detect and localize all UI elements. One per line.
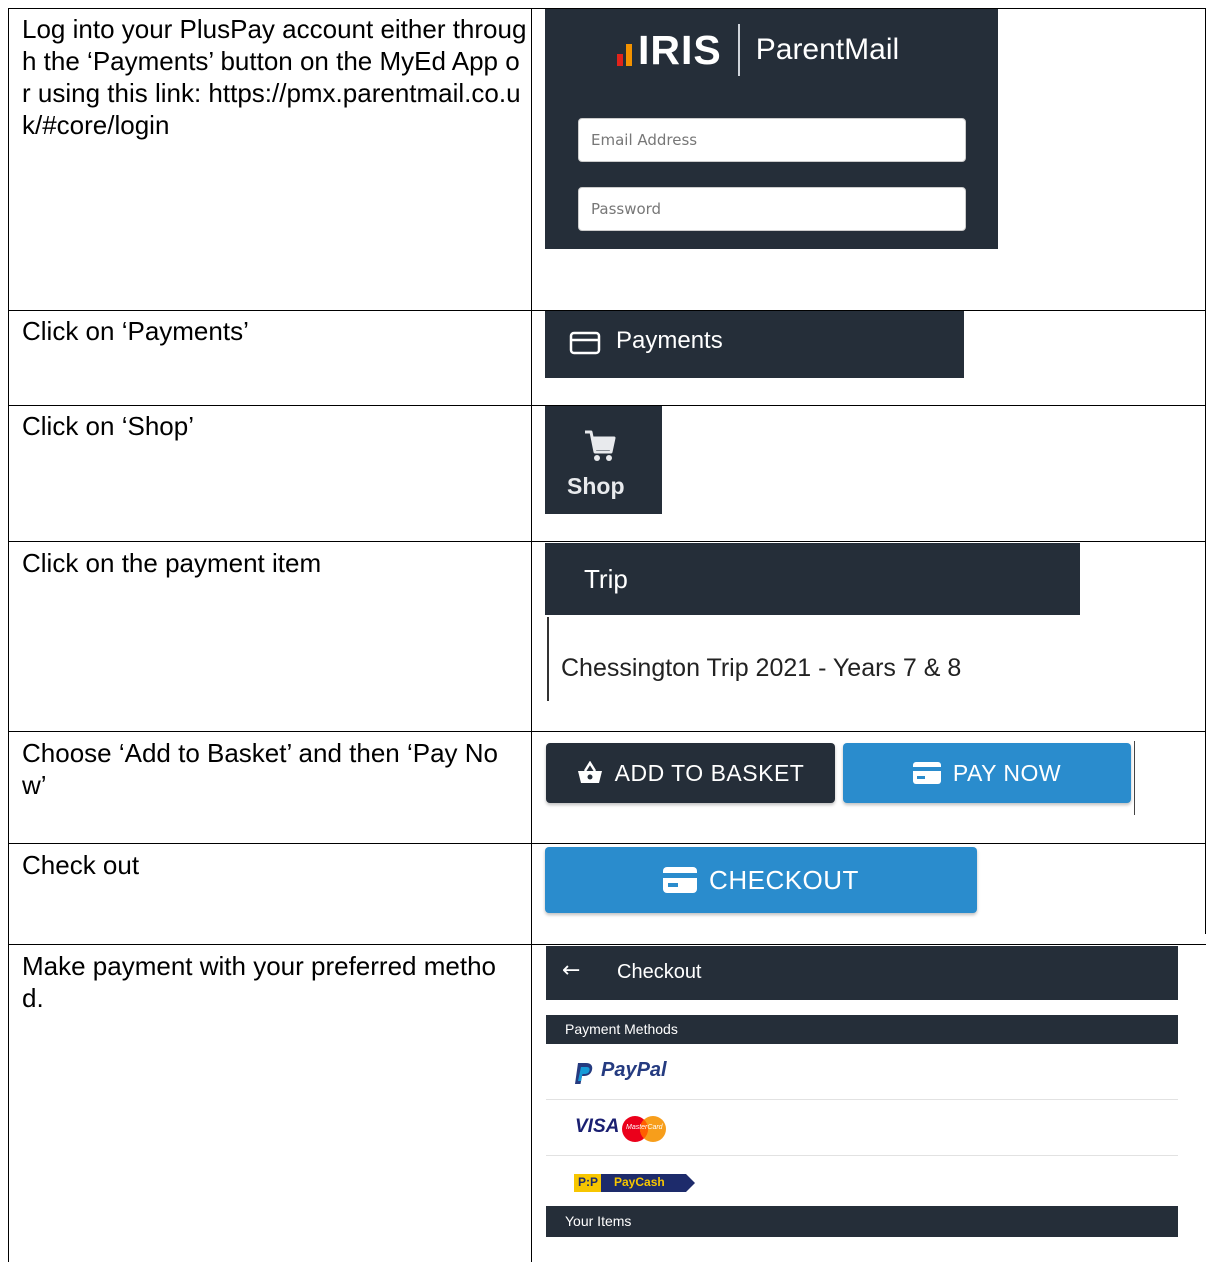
paycash-badge: P:P xyxy=(578,1175,599,1189)
your-items-heading: Your Items xyxy=(546,1206,1178,1237)
trip-item-border xyxy=(547,617,549,701)
add-to-basket-button[interactable]: ADD TO BASKET xyxy=(546,743,835,803)
basket-icon xyxy=(577,761,602,783)
payment-method-card[interactable]: VISA MasterCard xyxy=(546,1100,1178,1156)
email-field[interactable]: Email Address xyxy=(578,118,966,162)
payments-button[interactable] xyxy=(545,311,964,378)
checkout-button[interactable]: CHECKOUT xyxy=(545,847,977,913)
payment-method-paypal[interactable]: PayPal xyxy=(546,1044,1178,1100)
pay-now-label: PAY NOW xyxy=(952,759,1062,786)
step-checkout-description: Check out xyxy=(22,850,140,880)
step-login-description: Log into your PlusPay account either thr… xyxy=(22,14,527,140)
pay-now-button[interactable]: PAY NOW xyxy=(843,743,1131,803)
paypal-logo xyxy=(575,1063,593,1084)
logo-brand: IRIS xyxy=(638,26,722,73)
iris-parentmail-logo: IRIS ParentMail xyxy=(617,24,900,76)
row-divider xyxy=(8,843,1206,844)
paypal-label: PayPal xyxy=(601,1059,667,1081)
row-divider xyxy=(8,541,1206,542)
table-left-border xyxy=(8,8,9,1262)
button-strip-edge xyxy=(1134,741,1135,815)
iris-bars-icon xyxy=(617,34,632,66)
row-divider xyxy=(8,731,1206,732)
step-item-description: Click on the payment item xyxy=(22,548,322,578)
step-basket-description: Choose ‘Add to Basket’ and then ‘Pay Now… xyxy=(22,738,498,800)
trip-header-label: Trip xyxy=(584,564,628,594)
card-icon xyxy=(912,762,941,784)
payment-method-paycash[interactable]: P:P PayCash xyxy=(546,1156,1178,1212)
back-arrow-icon[interactable]: ← xyxy=(562,958,580,983)
mastercard-label: MasterCard xyxy=(626,1124,663,1131)
shop-label: Shop xyxy=(567,473,625,499)
card-icon xyxy=(569,331,601,355)
table-column-divider xyxy=(531,8,532,1262)
logo-divider xyxy=(737,24,740,76)
paycash-label: PayCash xyxy=(614,1175,665,1189)
trip-item[interactable]: Chessington Trip 2021 - Years 7 & 8 xyxy=(561,654,961,683)
cart-icon xyxy=(585,430,616,461)
step-payment-method-description: Make payment with your preferred method. xyxy=(22,951,496,1013)
add-to-basket-label: ADD TO BASKET xyxy=(614,759,805,786)
logo-product: ParentMail xyxy=(755,33,900,66)
checkout-label: CHECKOUT xyxy=(709,864,859,895)
checkout-title: Checkout xyxy=(617,961,702,983)
step-shop-description: Click on ‘Shop’ xyxy=(22,411,194,441)
payment-methods-heading: Payment Methods xyxy=(546,1015,1178,1044)
card-icon xyxy=(663,867,698,893)
step-payments-description: Click on ‘Payments’ xyxy=(22,316,249,346)
visa-label: VISA xyxy=(575,1116,620,1137)
row-divider xyxy=(8,944,1206,945)
payments-label: Payments xyxy=(616,327,723,354)
password-field[interactable]: Password xyxy=(578,187,966,231)
